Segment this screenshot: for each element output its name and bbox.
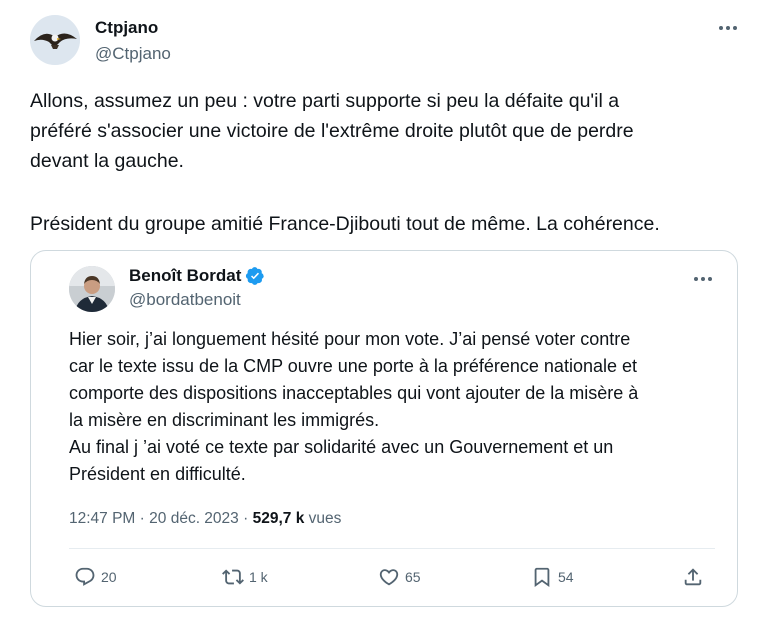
quoted-text-line: Au final j ’ai voté ce texte par solidar… xyxy=(69,437,614,457)
quoted-text-line: car le texte issu de la CMP ouvre une po… xyxy=(69,356,638,376)
share-icon xyxy=(684,568,702,586)
verified-badge-icon xyxy=(245,266,265,286)
author-handle[interactable]: @Ctpjano xyxy=(95,44,171,64)
eagle-avatar-image xyxy=(30,15,80,65)
reply-icon xyxy=(75,567,95,586)
reply-button[interactable]: 20 xyxy=(74,561,117,593)
quoted-author-name[interactable]: Benoît Bordat xyxy=(129,266,241,286)
tweet-metadata: 12:47 PM · 20 déc. 2023 · 529,7 k vues xyxy=(69,510,341,528)
tweet-text-line: Président du groupe amitié France-Djibou… xyxy=(30,213,660,235)
retweet-button[interactable]: 1 k xyxy=(222,561,268,593)
tweet-date[interactable]: 20 déc. 2023 xyxy=(149,510,239,527)
reply-count: 20 xyxy=(101,569,117,585)
author-avatar[interactable] xyxy=(30,15,80,65)
quoted-author-handle[interactable]: @bordatbenoit xyxy=(129,290,241,310)
tweet-text-line: devant la gauche. xyxy=(30,150,184,172)
like-count: 65 xyxy=(405,569,421,585)
quoted-text-line: Président en difficulté. xyxy=(69,464,246,484)
retweet-icon xyxy=(222,569,244,585)
views-label: vues xyxy=(308,510,342,527)
action-bar: 20 1 k 65 54 xyxy=(31,561,739,593)
quoted-more-options-icon[interactable] xyxy=(691,269,715,289)
retweet-count: 1 k xyxy=(249,569,268,585)
author-name[interactable]: Ctpjano xyxy=(95,18,158,38)
quoted-author-avatar[interactable] xyxy=(69,266,115,312)
quoted-text-line: comporte des dispositions inacceptables … xyxy=(69,383,639,403)
tweet-text-line: préféré s'associer une victoire de l'ext… xyxy=(30,120,634,142)
bookmark-button[interactable]: 54 xyxy=(531,561,574,593)
person-avatar-image xyxy=(69,266,115,312)
bookmark-icon xyxy=(534,567,550,588)
divider xyxy=(69,548,715,549)
heart-icon xyxy=(379,569,399,586)
bookmark-count: 54 xyxy=(558,569,574,585)
meta-separator: · xyxy=(243,510,249,527)
meta-separator: · xyxy=(139,510,145,527)
tweet-text-line: Allons, assumez un peu : votre parti sup… xyxy=(30,90,620,112)
quoted-author-row: Benoît Bordat xyxy=(129,266,265,286)
like-button[interactable]: 65 xyxy=(378,561,421,593)
views-count: 529,7 k xyxy=(252,510,305,527)
tweet-text: Allons, assumez un peu : votre parti sup… xyxy=(30,86,750,239)
share-button[interactable] xyxy=(682,561,704,593)
tweet-time[interactable]: 12:47 PM xyxy=(69,510,135,527)
quoted-text-line: la misère en discriminant les immigrés. xyxy=(69,410,380,430)
quoted-text-line: Hier soir, j’ai longuement hésité pour m… xyxy=(69,329,631,349)
more-options-icon[interactable] xyxy=(716,18,740,38)
tweet-card: Ctpjano @Ctpjano Allons, assumez un peu … xyxy=(0,0,767,621)
quoted-tweet[interactable]: Benoît Bordat @bordatbenoit Hier soir, j… xyxy=(30,250,738,607)
quoted-tweet-text: Hier soir, j’ai longuement hésité pour m… xyxy=(69,326,729,488)
